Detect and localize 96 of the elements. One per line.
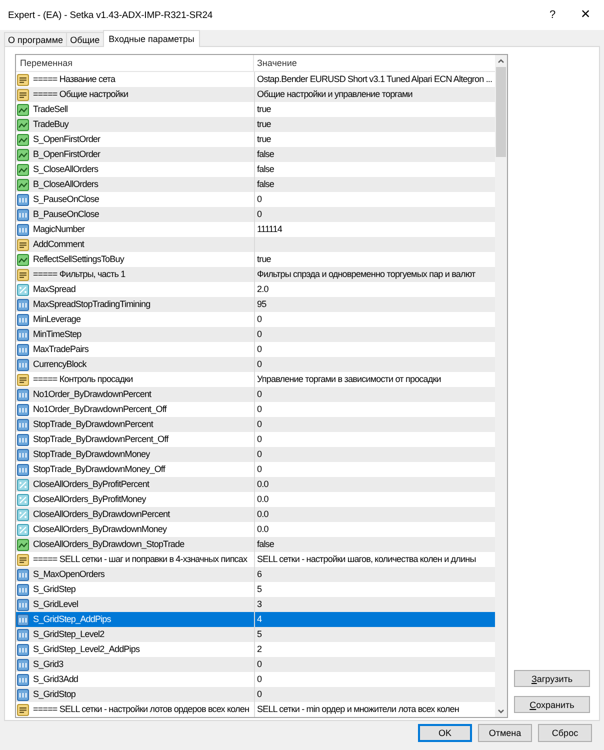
parameter-name: S_GridStop — [33, 688, 76, 701]
parameter-name: S_GridStep_Level2_AddPips — [33, 643, 140, 656]
parameter-name: S_PauseOnClose — [33, 193, 99, 206]
boolean-type-icon — [17, 178, 29, 190]
parameter-row[interactable]: ===== Название сета Ostap.Bender EURUSD Short v3.1 Tuned Alpari ECN Altegron ... — [16, 72, 495, 87]
parameter-name: CloseAllOrders_ByProfitPercent — [33, 478, 150, 491]
parameter-row[interactable]: B_CloseAllOrders false — [16, 177, 495, 192]
parameter-row[interactable]: MinTimeStep 0 — [16, 327, 495, 342]
parameter-name: StopTrade_ByDrawdownMoney_Off — [33, 463, 165, 476]
parameter-row[interactable]: S_MaxOpenOrders 6 — [16, 567, 495, 582]
parameter-name: S_GridStep_AddPips — [33, 613, 111, 626]
tab[interactable]: О программе — [4, 32, 68, 46]
parameter-row[interactable]: S_GridStep_AddPips 4 — [16, 612, 495, 627]
parameter-name: B_OpenFirstOrder — [33, 148, 100, 161]
parameter-name: CloseAllOrders_ByDrawdownMoney — [33, 523, 167, 536]
boolean-type-icon — [17, 254, 29, 266]
parameter-row[interactable]: S_GridStop 0 — [16, 687, 495, 702]
string-type-icon — [17, 74, 29, 86]
parameter-name: MinTimeStep — [33, 328, 82, 341]
parameter-name: S_GridStep_Level2 — [33, 628, 104, 641]
parameter-row[interactable]: MaxSpreadStopTradingTimining 95 — [16, 297, 495, 312]
parameter-name: S_GridStep — [33, 583, 76, 596]
tab[interactable]: Входные параметры — [102, 30, 200, 47]
parameter-name: ===== SELL сетки - настройки лотов ордеров всех колен — [33, 703, 250, 716]
parameter-name: ===== Контроль просадки — [33, 373, 133, 386]
help-button[interactable]: ? — [536, 0, 569, 30]
parameter-row[interactable]: AddComment — [16, 237, 495, 252]
parameter-row[interactable]: StopTrade_ByDrawdownPercent 0 — [16, 417, 495, 432]
parameter-name: No1Order_ByDrawdownPercent — [33, 388, 152, 401]
parameter-row[interactable]: No1Order_ByDrawdownPercent 0 — [16, 387, 495, 402]
parameter-row[interactable]: S_GridLevel 3 — [16, 597, 495, 612]
parameter-name: S_Grid3 — [33, 658, 64, 671]
dialog-button[interactable]: Отмена — [478, 724, 532, 742]
parameter-row[interactable]: CloseAllOrders_ByDrawdown_StopTrade false — [16, 537, 495, 552]
boolean-type-icon — [17, 538, 29, 550]
string-type-icon — [17, 374, 29, 386]
parameter-name: ReflectSellSettingsToBuy — [33, 253, 124, 266]
vertical-scrollbar[interactable] — [495, 55, 507, 717]
window-title: Expert - (EA) - Setka v1.43-ADX-IMP-R321-SR24 — [8, 10, 214, 20]
parameter-name: S_Grid3Add — [33, 673, 78, 686]
dialog-button[interactable]: OK — [418, 724, 472, 742]
parameter-name: MaxTradePairs — [33, 343, 88, 356]
parameter-name: MaxSpread — [33, 283, 76, 296]
parameter-name: CurrencyBlock — [33, 358, 86, 371]
parameter-name: AddComment — [33, 238, 84, 251]
scrollbar-thumb[interactable] — [496, 67, 506, 157]
parameter-name: No1Order_ByDrawdownPercent_Off — [33, 403, 166, 416]
parameter-row[interactable]: StopTrade_ByDrawdownMoney 0 — [16, 447, 495, 462]
string-type-icon — [17, 238, 29, 250]
parameter-name: MaxSpreadStopTradingTimining — [33, 298, 150, 311]
close-button[interactable]: × — [569, 0, 602, 30]
parameter-name: MagicNumber — [33, 223, 85, 236]
parameter-name: StopTrade_ByDrawdownPercent_Off — [33, 433, 168, 446]
parameter-name: S_CloseAllOrders — [33, 163, 98, 176]
parameter-name: CloseAllOrders_ByDrawdown_StopTrade — [33, 538, 184, 551]
parameter-row[interactable]: TradeBuy true — [16, 117, 495, 132]
boolean-type-icon — [17, 104, 29, 116]
parameter-row[interactable]: S_Grid3 0 — [16, 657, 495, 672]
boolean-type-icon — [17, 118, 29, 130]
parameter-name: B_CloseAllOrders — [33, 178, 98, 191]
boolean-type-icon — [17, 134, 29, 146]
parameter-name: CloseAllOrders_ByProfitMoney — [33, 493, 146, 506]
column-header: Переменная — [16, 55, 254, 71]
parameter-name: TradeBuy — [33, 118, 68, 131]
parameter-row[interactable]: ===== Фильтры, часть 1 Фильтры спрэда и одновременно торгуемых пар и валют — [16, 267, 495, 282]
parameter-row[interactable]: CloseAllOrders_ByDrawdownPercent 0.0 — [16, 507, 495, 522]
string-type-icon — [17, 554, 29, 566]
string-type-icon — [17, 268, 29, 280]
parameter-name: S_MaxOpenOrders — [33, 568, 105, 581]
parameter-name: ===== SELL сетки - шаг и поправки в 4-хзначных пипсах — [33, 553, 248, 566]
parameter-name: ===== Общие настройки — [33, 88, 128, 101]
parameter-name: TradeSell — [33, 103, 68, 116]
parameter-row[interactable]: S_GridStep_Level2 5 — [16, 627, 495, 642]
parameter-row[interactable]: ===== Общие настройки Общие настройки и управление торгами — [16, 87, 495, 102]
parameter-name: StopTrade_ByDrawdownPercent — [33, 418, 153, 431]
parameter-name: StopTrade_ByDrawdownMoney — [33, 448, 150, 461]
string-type-icon — [17, 88, 29, 100]
parameter-name: ===== Название сета — [33, 73, 116, 86]
parameter-name: S_GridLevel — [33, 598, 78, 611]
dialog-button[interactable]: Сброс — [538, 724, 592, 742]
parameter-row[interactable]: B_OpenFirstOrder false — [16, 147, 495, 162]
side-button[interactable]: Сохранить — [514, 696, 590, 713]
parameter-name: CloseAllOrders_ByDrawdownPercent — [33, 508, 170, 521]
parameter-row[interactable]: CurrencyBlock 0 — [16, 357, 495, 372]
side-button[interactable]: Загрузить — [514, 670, 590, 687]
string-type-icon — [17, 704, 29, 716]
parameter-name: S_OpenFirstOrder — [33, 133, 100, 146]
boolean-type-icon — [17, 148, 29, 160]
parameter-name: MinLeverage — [33, 313, 81, 326]
column-header: Значение — [256, 57, 297, 70]
boolean-type-icon — [17, 164, 29, 176]
parameter-row[interactable]: CloseAllOrders_ByProfitPercent 0.0 — [16, 477, 495, 492]
parameter-name: B_PauseOnClose — [33, 208, 99, 221]
parameter-row[interactable]: B_PauseOnClose 0 — [16, 207, 495, 222]
parameter-name: ===== Фильтры, часть 1 — [33, 268, 126, 281]
tab[interactable]: Общие — [66, 32, 104, 46]
